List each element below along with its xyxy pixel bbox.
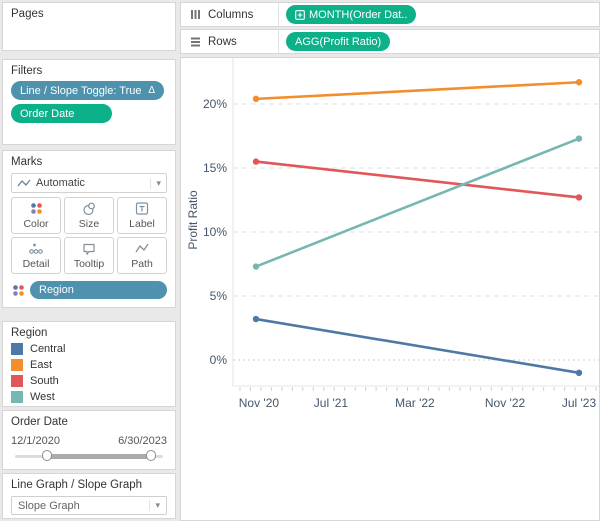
data-point[interactable]: [575, 194, 583, 201]
columns-shelf-label: Columns: [208, 8, 254, 21]
line-mark-icon: [17, 179, 31, 187]
chevron-down-icon[interactable]: ▾: [149, 500, 160, 511]
date-range-end: 6/30/2023: [118, 435, 167, 447]
rows-shelf[interactable]: Rows AGG(Profit Ratio): [180, 29, 600, 54]
color-encoding-icon: [13, 284, 24, 296]
legend-swatch: [11, 375, 23, 387]
series-central[interactable]: [252, 315, 583, 376]
detail-icon: [29, 243, 43, 254]
encoding-pill-label: Region: [39, 284, 74, 296]
parameter-title: Line Graph / Slope Graph: [11, 479, 143, 491]
x-tick-label: Jul '23: [562, 396, 597, 410]
y-tick-label: 20%: [203, 97, 227, 111]
mark-type-value: Automatic: [36, 177, 85, 189]
mark-type-dropdown[interactable]: Automatic ▾: [11, 173, 167, 193]
marks-title: Marks: [11, 156, 43, 168]
legend-label: Central: [30, 343, 66, 355]
legend-item-east[interactable]: East: [11, 359, 167, 371]
data-point[interactable]: [575, 369, 583, 376]
mark-btn-label: Detail: [22, 258, 50, 270]
mark-btn-label: Color: [23, 218, 49, 230]
parameter-value: Slope Graph: [18, 499, 80, 512]
rows-shelf-label: Rows: [208, 35, 237, 48]
legend-label: West: [30, 391, 55, 403]
y-tick-label: 0%: [210, 353, 228, 367]
legend-label: East: [30, 359, 53, 371]
y-tick-label: 15%: [203, 161, 227, 175]
x-tick-label: Nov '20: [239, 396, 280, 410]
columns-shelf[interactable]: Columns MONTH(Order Dat..: [180, 2, 600, 27]
series-south[interactable]: [252, 158, 583, 201]
slider-selected-range[interactable]: [46, 454, 148, 459]
data-point[interactable]: [575, 79, 583, 86]
y-tick-label: 5%: [210, 289, 228, 303]
color-legend: Region Central East South West: [2, 321, 176, 407]
tooltip-icon: [83, 243, 95, 255]
pill-label: AGG(Profit Ratio): [295, 35, 382, 48]
legend-swatch: [11, 391, 23, 403]
filter-pill-label: Line / Slope Toggle: True: [20, 84, 142, 97]
marks-card: Marks Automatic ▾ Color Size Label Detai…: [2, 150, 176, 308]
date-range-filter-card: Order Date 12/1/2020 6/30/2023: [2, 410, 176, 470]
pages-shelf[interactable]: Pages: [2, 2, 176, 51]
label-button[interactable]: Label: [117, 197, 167, 234]
legend-label: South: [30, 375, 59, 387]
filter-pill-order-date[interactable]: Order Date: [11, 104, 112, 123]
rows-icon: [191, 37, 200, 47]
label-icon: [135, 202, 149, 215]
y-tick-label: 10%: [203, 225, 227, 239]
pill-month-order-date[interactable]: MONTH(Order Dat..: [286, 5, 417, 24]
legend-swatch: [11, 343, 23, 355]
date-range-slider[interactable]: [11, 450, 167, 462]
path-button[interactable]: Path: [117, 237, 167, 274]
tooltip-button[interactable]: Tooltip: [64, 237, 114, 274]
worksheet-view[interactable]: 0% 5% 10% 15% 20% Nov '20 Jul '21 Mar '22 Nov '2…: [180, 57, 600, 521]
y-axis-title: Profit Ratio: [186, 190, 200, 250]
slider-handle-start[interactable]: [42, 450, 52, 461]
filters-shelf[interactable]: Filters Line / Slope Toggle: True Δ Orde…: [2, 59, 176, 145]
legend-swatch: [11, 359, 23, 371]
encoding-pill-region[interactable]: Region: [30, 281, 167, 299]
date-filter-title: Order Date: [11, 416, 68, 428]
size-icon: [83, 202, 95, 216]
filter-pill-line-slope-toggle[interactable]: Line / Slope Toggle: True Δ: [11, 81, 164, 100]
parameter-dropdown[interactable]: Slope Graph ▾: [11, 496, 167, 515]
mark-btn-label: Label: [129, 218, 155, 230]
pages-title: Pages: [11, 8, 44, 20]
series-east[interactable]: [252, 79, 583, 103]
path-icon: [135, 243, 149, 253]
data-point[interactable]: [575, 135, 583, 142]
pill-agg-profit-ratio[interactable]: AGG(Profit Ratio): [286, 32, 391, 51]
legend-item-central[interactable]: Central: [11, 343, 167, 355]
mark-btn-label: Path: [131, 258, 153, 270]
size-button[interactable]: Size: [64, 197, 114, 234]
date-range-start: 12/1/2020: [11, 435, 60, 447]
mark-btn-label: Tooltip: [73, 258, 105, 270]
mark-btn-label: Size: [78, 218, 100, 230]
slider-handle-end[interactable]: [146, 450, 156, 461]
x-tick-label: Mar '22: [395, 396, 435, 410]
data-point[interactable]: [252, 158, 260, 165]
series-west[interactable]: [252, 135, 583, 270]
x-tick-label: Jul '21: [314, 396, 349, 410]
x-tick-label: Nov '22: [485, 396, 526, 410]
parameter-card: Line Graph / Slope Graph Slope Graph ▾: [2, 473, 176, 519]
legend-item-west[interactable]: West: [11, 391, 167, 403]
delta-icon: Δ: [148, 85, 155, 96]
data-point[interactable]: [252, 263, 260, 270]
filter-pill-label: Order Date: [20, 107, 75, 120]
expand-plus-icon[interactable]: [295, 9, 305, 20]
data-point[interactable]: [252, 315, 260, 323]
columns-icon: [191, 10, 200, 19]
legend-item-south[interactable]: South: [11, 375, 167, 387]
color-button[interactable]: Color: [11, 197, 61, 234]
color-icon: [30, 203, 42, 214]
pill-label: MONTH(Order Dat..: [309, 8, 408, 21]
slope-chart[interactable]: 0% 5% 10% 15% 20% Nov '20 Jul '21 Mar '22 Nov '2…: [181, 58, 600, 521]
filters-title: Filters: [11, 65, 43, 77]
detail-button[interactable]: Detail: [11, 237, 61, 274]
legend-title: Region: [11, 327, 48, 339]
chevron-down-icon[interactable]: ▾: [150, 177, 161, 189]
data-point[interactable]: [252, 95, 260, 103]
